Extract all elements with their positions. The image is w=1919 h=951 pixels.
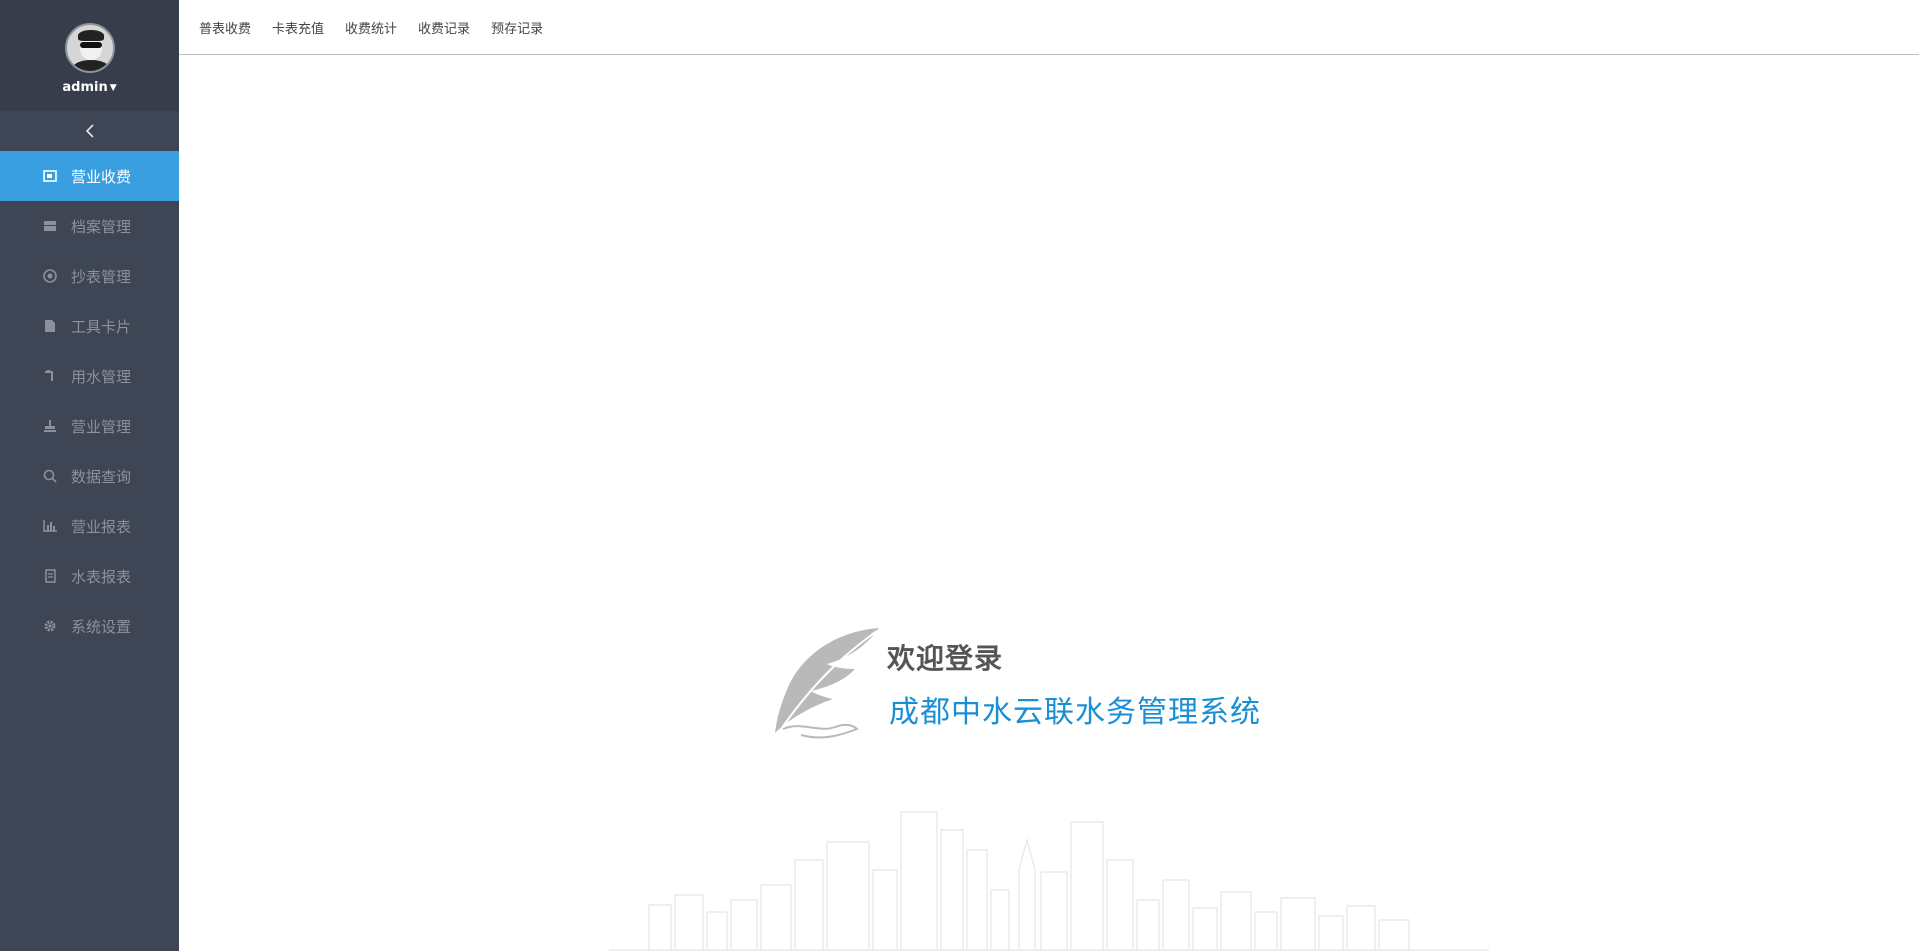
- report-icon: [43, 569, 57, 583]
- collapse-sidebar-button[interactable]: [0, 111, 179, 151]
- welcome-title: 欢迎登录: [887, 642, 1004, 675]
- feather-icon: [775, 628, 879, 739]
- sidebar-item-label: 工具卡片: [71, 317, 132, 336]
- avatar[interactable]: [64, 23, 115, 73]
- sidebar-item-settings[interactable]: 系统设置: [0, 601, 179, 651]
- sidebar-item-water-usage[interactable]: 用水管理: [0, 351, 179, 401]
- tab-regular-billing[interactable]: 普表收费: [199, 18, 251, 37]
- tab-billing-stats[interactable]: 收费统计: [345, 18, 397, 37]
- sidebar-item-label: 用水管理: [71, 367, 132, 386]
- sidebar-item-business[interactable]: 营业管理: [0, 401, 179, 451]
- sidebar-item-label: 营业收费: [71, 167, 132, 186]
- system-name: 成都中水云联水务管理系统: [889, 695, 1261, 730]
- sidebar-item-label: 数据查询: [71, 467, 132, 486]
- sidebar-item-billing[interactable]: 营业收费: [0, 151, 179, 201]
- sidebar-nav: 营业收费 档案管理 抄表管理 工具卡片 用水管理 营业管理 数据查询 营业报表 …: [0, 151, 179, 651]
- chevron-left-icon: [85, 124, 94, 138]
- bar-chart-icon: [43, 519, 57, 533]
- tab-deposit-records[interactable]: 预存记录: [491, 18, 543, 37]
- sidebar-item-tool-card[interactable]: 工具卡片: [0, 301, 179, 351]
- welcome-banner: 欢迎登录 成都中水云联水务管理系统: [771, 625, 1331, 745]
- main-content: 普表收费 卡表充值 收费统计 收费记录 预存记录 欢迎登录 成都中水云联水务管理…: [179, 0, 1919, 951]
- card-icon: [43, 319, 57, 333]
- tab-billing-records[interactable]: 收费记录: [418, 18, 470, 37]
- sidebar-item-label: 系统设置: [71, 617, 132, 636]
- sidebar-item-label: 抄表管理: [71, 267, 132, 286]
- sidebar-item-data-query[interactable]: 数据查询: [0, 451, 179, 501]
- archive-icon: [43, 219, 57, 233]
- tab-card-recharge[interactable]: 卡表充值: [272, 18, 324, 37]
- meter-icon: [43, 269, 57, 283]
- city-skyline-illustration: [609, 811, 1489, 951]
- stamp-icon: [43, 419, 57, 433]
- user-panel: admin ▼: [0, 0, 179, 111]
- user-menu[interactable]: admin ▼: [62, 80, 116, 95]
- sidebar-item-archives[interactable]: 档案管理: [0, 201, 179, 251]
- sidebar-item-label: 档案管理: [71, 217, 132, 236]
- top-tab-bar: 普表收费 卡表充值 收费统计 收费记录 预存记录: [179, 0, 1919, 55]
- sidebar-item-meter-report[interactable]: 水表报表: [0, 551, 179, 601]
- sidebar-item-label: 营业管理: [71, 417, 132, 436]
- sidebar-item-business-report[interactable]: 营业报表: [0, 501, 179, 551]
- sidebar-item-label: 营业报表: [71, 517, 132, 536]
- sidebar: admin ▼ 营业收费 档案管理 抄表管理 工具卡片 用水管理 营业管理 数据…: [0, 0, 179, 951]
- cashier-icon: [43, 169, 57, 183]
- sidebar-item-label: 水表报表: [71, 567, 132, 586]
- chevron-down-icon: ▼: [109, 82, 117, 93]
- gear-icon: [43, 619, 57, 633]
- faucet-icon: [43, 369, 57, 383]
- sidebar-item-meter-reading[interactable]: 抄表管理: [0, 251, 179, 301]
- search-icon: [43, 469, 57, 483]
- username-label: admin: [62, 80, 108, 95]
